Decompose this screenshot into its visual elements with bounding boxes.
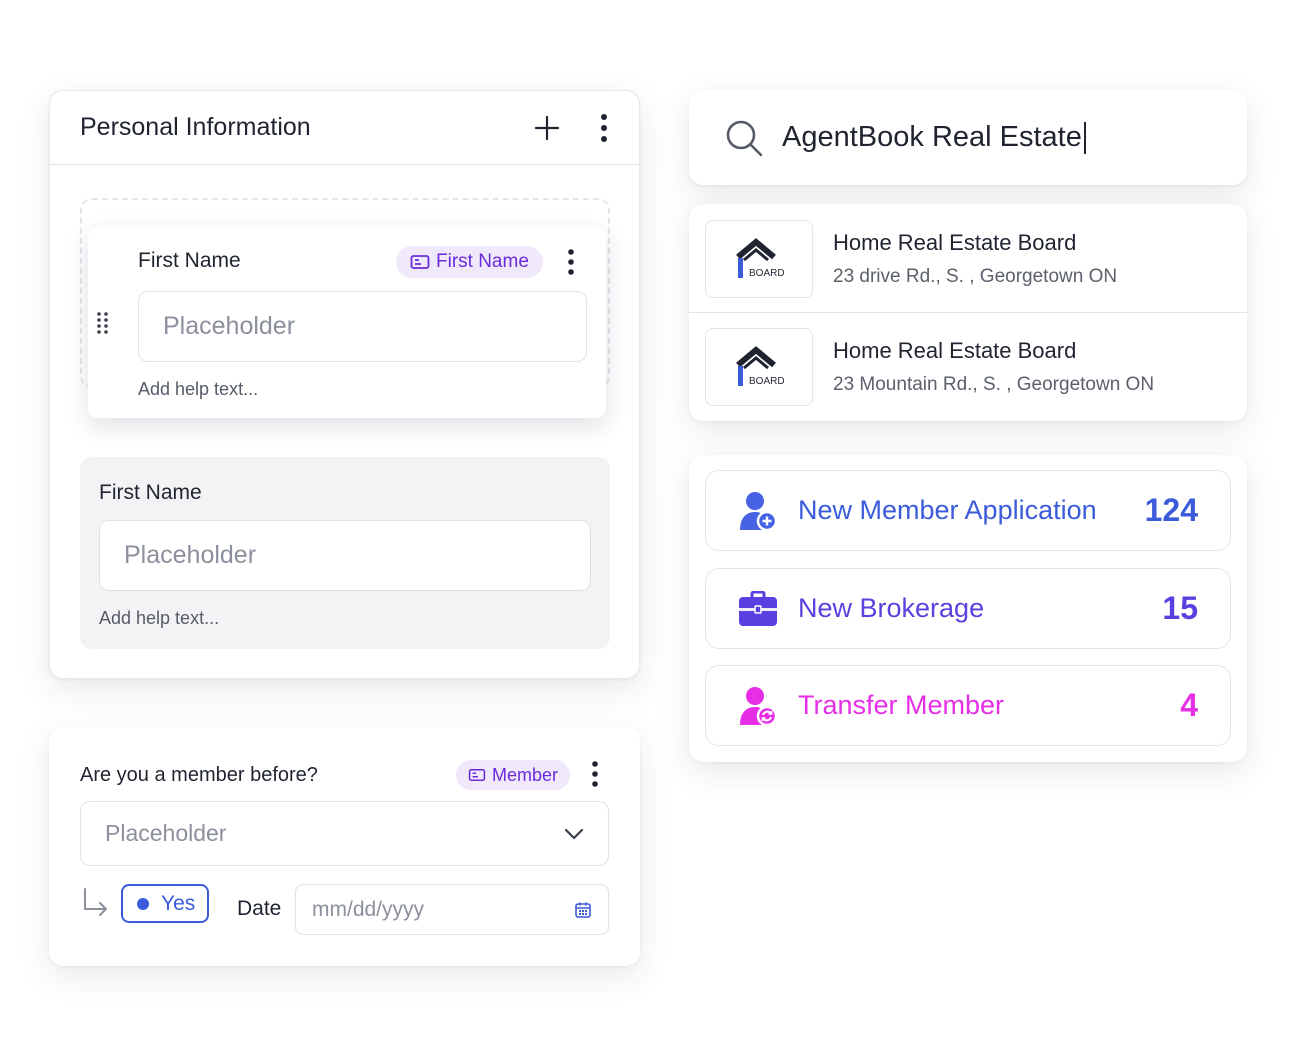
- result-text: Home Real Estate Board 23 Mountain Rd., …: [833, 338, 1154, 396]
- stats-panel: New Member Application 124 New Brokerage…: [689, 455, 1247, 762]
- text-caret: [1083, 122, 1086, 155]
- member-select[interactable]: Placeholder: [80, 801, 609, 866]
- stat-new-member-application[interactable]: New Member Application 124: [705, 470, 1231, 551]
- card-header: Personal Information: [50, 91, 639, 165]
- field-label: First Name: [138, 249, 241, 272]
- chevron-down-icon: [564, 828, 584, 839]
- result-item[interactable]: BOARD Home Real Estate Board 23 Mountain…: [689, 312, 1247, 421]
- date-placeholder: mm/dd/yyyy: [312, 897, 425, 921]
- card-more-button[interactable]: [599, 113, 609, 143]
- help-text[interactable]: Add help text...: [99, 608, 219, 629]
- logo-text: BOARD: [749, 268, 784, 279]
- select-placeholder: Placeholder: [105, 820, 227, 846]
- search-value: AgentBook Real Estate: [782, 120, 1082, 153]
- board-logo: BOARD: [705, 328, 813, 406]
- field-tag-label: First Name: [436, 251, 529, 272]
- input-placeholder: Placeholder: [163, 312, 296, 340]
- stat-label: New Member Application: [798, 495, 1097, 525]
- first-name-input[interactable]: Placeholder: [138, 291, 587, 362]
- house-logo-icon: BOARD: [736, 346, 784, 387]
- result-address: 23 drive Rd., S. , Georgetown ON: [833, 265, 1118, 287]
- question-more-button[interactable]: [590, 760, 600, 788]
- field-tag[interactable]: First Name: [396, 246, 543, 278]
- search-bar[interactable]: AgentBook Real Estate: [689, 90, 1247, 185]
- field-label: First Name: [99, 481, 202, 504]
- result-name: Home Real Estate Board: [833, 338, 1077, 363]
- kebab-icon: [601, 113, 607, 142]
- input-placeholder: Placeholder: [124, 541, 257, 569]
- member-question-card: Are you a member before? Member Placehol…: [49, 727, 640, 966]
- help-text[interactable]: Add help text...: [138, 379, 258, 400]
- branch-arrow-icon: [84, 888, 107, 916]
- field-card-dragging[interactable]: First Name First Name Placeholder Add he…: [88, 227, 606, 418]
- tag-icon: [468, 768, 486, 782]
- stat-count: 4: [1180, 687, 1198, 723]
- result-name: Home Real Estate Board: [833, 229, 1077, 255]
- stat-count: 15: [1162, 590, 1198, 626]
- plus-icon: [534, 115, 560, 140]
- search-input[interactable]: AgentBook Real Estate: [782, 120, 1086, 155]
- stat-label: Transfer Member: [798, 690, 1005, 720]
- search-results: BOARD Home Real Estate Board 23 drive Rd…: [689, 204, 1247, 421]
- personal-info-card: Personal Information First Name First Na…: [49, 90, 640, 679]
- question-tag-label: Member: [492, 764, 559, 785]
- user-transfer-icon: [740, 686, 778, 726]
- first-name-input[interactable]: Placeholder: [99, 520, 591, 591]
- calendar-icon[interactable]: [574, 901, 592, 919]
- question-tag[interactable]: Member: [456, 760, 571, 790]
- radio-dot-icon: [137, 897, 149, 910]
- tag-icon: [410, 255, 430, 269]
- result-item[interactable]: BOARD Home Real Estate Board 23 drive Rd…: [689, 204, 1247, 313]
- kebab-icon: [568, 249, 574, 275]
- field-more-button[interactable]: [566, 247, 576, 277]
- field-card[interactable]: First Name Placeholder Add help text...: [80, 457, 610, 649]
- briefcase-icon: [739, 590, 777, 626]
- card-title: Personal Information: [80, 113, 311, 141]
- stat-transfer-member[interactable]: Transfer Member 4: [705, 665, 1231, 746]
- result-text: Home Real Estate Board 23 drive Rd., S. …: [833, 230, 1117, 288]
- question-label: Are you a member before?: [80, 764, 318, 786]
- add-field-button[interactable]: [533, 114, 561, 142]
- board-logo: BOARD: [705, 219, 813, 298]
- result-address: 23 Mountain Rd., S. , Georgetown ON: [833, 374, 1155, 395]
- stat-count: 124: [1144, 492, 1198, 528]
- condition-value: Yes: [161, 891, 196, 915]
- house-logo-icon: BOARD: [736, 237, 784, 279]
- kebab-icon: [592, 761, 598, 787]
- drag-handle-icon[interactable]: [96, 311, 110, 335]
- date-label: Date: [237, 897, 282, 920]
- logo-text: BOARD: [749, 376, 784, 387]
- stat-new-brokerage[interactable]: New Brokerage 15: [705, 568, 1231, 649]
- user-add-icon: [740, 491, 778, 531]
- search-icon: [726, 120, 763, 156]
- date-input[interactable]: mm/dd/yyyy: [295, 884, 609, 935]
- stat-label: New Brokerage: [798, 593, 985, 623]
- condition-chip[interactable]: Yes: [121, 884, 209, 923]
